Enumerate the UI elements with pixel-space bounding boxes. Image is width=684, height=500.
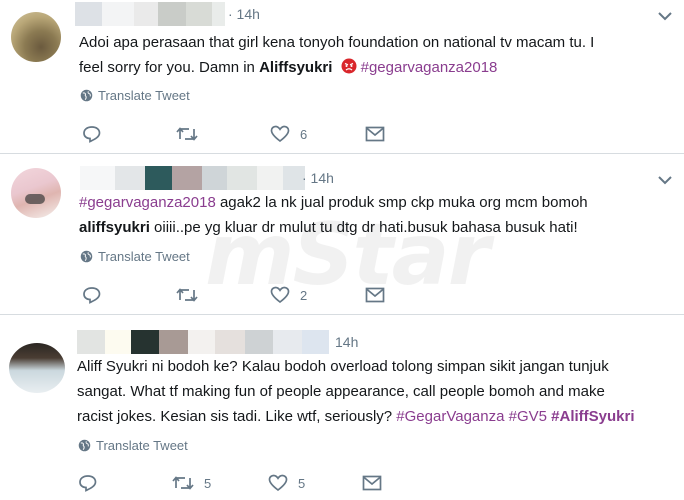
direct-message-button[interactable] [365, 284, 385, 306]
hashtag[interactable]: #gegarvaganza2018 [79, 194, 216, 211]
reply-button[interactable] [78, 472, 108, 494]
redacted-user-name[interactable] [75, 2, 225, 26]
tweet-text: #gegarvaganza2018 agak2 la nk jual produ… [79, 194, 588, 236]
reply-icon [83, 126, 101, 143]
avatar[interactable] [11, 12, 61, 62]
globe-icon [80, 89, 93, 102]
retweet-button[interactable]: 5 [172, 472, 211, 494]
envelope-icon [365, 126, 385, 142]
tweet-2[interactable]: · 14h #gegarvaganza2018 agak2 la nk jual… [0, 154, 684, 314]
retweet-icon [172, 476, 194, 490]
direct-message-button[interactable] [365, 123, 385, 145]
angry-face-icon [341, 58, 357, 74]
heart-icon [270, 286, 290, 304]
retweet-button[interactable] [176, 123, 208, 145]
hashtag[interactable]: #gegarvaganza2018 [361, 59, 498, 76]
reply-icon [83, 287, 101, 304]
hashtag[interactable]: #AliffSyukri [551, 408, 634, 425]
tweet-timestamp[interactable]: · 14h [302, 170, 334, 186]
heart-icon [270, 125, 290, 143]
like-button[interactable]: 6 [270, 123, 307, 145]
tweet-3[interactable]: 14h Aliff Syukri ni bodoh ke? Kalau bodo… [0, 315, 684, 500]
tweet-timestamp[interactable]: 14h [335, 334, 358, 350]
hashtag[interactable]: #GV5 [509, 408, 547, 425]
retweet-button[interactable] [176, 284, 208, 306]
heart-icon [268, 474, 288, 492]
tweet-actions: 5 5 [78, 472, 398, 494]
mention[interactable]: Aliffsyukri [259, 59, 332, 76]
hashtag[interactable]: #GegarVaganza [396, 408, 504, 425]
globe-icon [80, 250, 93, 263]
reply-button[interactable] [82, 284, 112, 306]
retweet-icon [176, 288, 198, 302]
like-button[interactable]: 5 [268, 472, 305, 494]
redacted-user-name[interactable] [77, 330, 329, 354]
like-button[interactable]: 2 [270, 284, 307, 306]
envelope-icon [365, 287, 385, 303]
reply-button[interactable] [82, 123, 112, 145]
tweet-actions: 6 [82, 123, 402, 145]
chevron-down-icon[interactable] [657, 174, 673, 186]
chevron-down-icon[interactable] [657, 10, 673, 22]
direct-message-button[interactable] [362, 472, 382, 494]
translate-tweet-link[interactable]: Translate Tweet [78, 438, 188, 453]
tweet-text: Adoi apa perasaan that girl kena tonyoh … [79, 34, 595, 76]
mention[interactable]: aliffsyukri [79, 219, 150, 236]
globe-icon [78, 439, 91, 452]
retweet-icon [176, 127, 198, 141]
tweet-timestamp[interactable]: · 14h [228, 6, 260, 22]
translate-tweet-link[interactable]: Translate Tweet [80, 249, 190, 264]
avatar[interactable] [9, 343, 65, 393]
tweet-1[interactable]: · 14h Adoi apa perasaan that girl kena t… [0, 0, 684, 153]
envelope-icon [362, 475, 382, 491]
redacted-user-name[interactable] [80, 166, 305, 190]
reply-icon [79, 475, 97, 492]
tweet-text: Aliff Syukri ni bodoh ke? Kalau bodoh ov… [77, 358, 635, 425]
translate-tweet-link[interactable]: Translate Tweet [80, 88, 190, 103]
avatar[interactable] [11, 168, 61, 218]
tweet-actions: 2 [82, 284, 402, 306]
